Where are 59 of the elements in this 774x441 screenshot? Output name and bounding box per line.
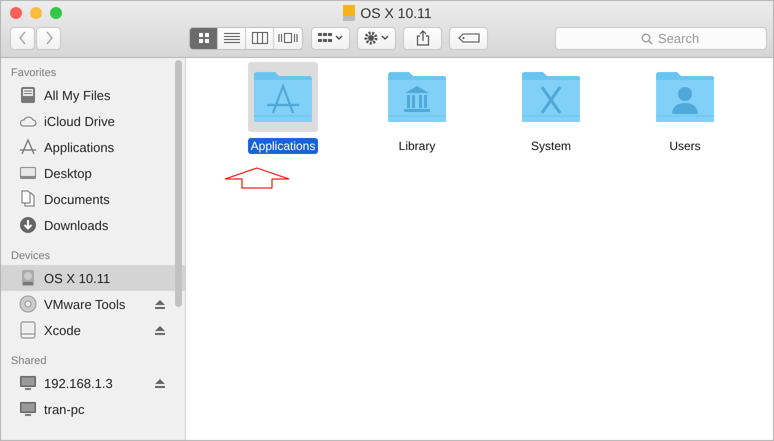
scrollbar[interactable] — [175, 60, 182, 307]
sidebar-item[interactable]: iCloud Drive — [1, 108, 185, 134]
folder-name[interactable]: Applications — [248, 138, 318, 154]
sidebar-item[interactable]: Xcode — [1, 317, 185, 343]
section-heading: Shared — [10, 354, 48, 369]
drive-icon — [342, 4, 356, 22]
window-title: OS X 10.11 — [360, 5, 432, 21]
tag-button[interactable] — [449, 26, 488, 50]
document-icon — [19, 190, 37, 208]
share-button[interactable] — [403, 26, 442, 50]
sidebar-item[interactable]: Documents — [1, 186, 185, 212]
list-view-button[interactable] — [218, 28, 246, 48]
arrange-button[interactable] — [311, 26, 350, 50]
computer-icon — [19, 400, 37, 418]
sidebar-item[interactable]: Downloads — [1, 212, 185, 238]
sidebar-item[interactable]: 192.168.1.3 — [1, 370, 185, 396]
system-folder-icon[interactable] — [521, 71, 581, 123]
monitor-icon — [19, 164, 37, 182]
computer-icon — [19, 374, 37, 392]
sidebar-item[interactable]: Applications — [1, 134, 185, 160]
grid-icon — [198, 32, 210, 44]
sidebar-item[interactable]: VMware Tools — [1, 291, 185, 317]
columns-icon — [252, 32, 268, 44]
settings-button[interactable] — [357, 26, 396, 50]
hard-drive-icon — [19, 269, 37, 287]
columns-view-button[interactable] — [246, 28, 274, 48]
coverflow-view-button[interactable] — [274, 28, 302, 48]
section-heading: Devices — [10, 249, 52, 264]
drive-icon — [19, 321, 37, 339]
library-folder-icon[interactable] — [387, 71, 447, 123]
arrange-icon — [318, 32, 344, 44]
download-icon — [19, 216, 37, 234]
tray-icon — [19, 86, 37, 104]
sidebar-item[interactable]: tran-pc — [1, 396, 185, 422]
sidebar-item[interactable]: Desktop — [1, 160, 185, 186]
users-folder-icon[interactable] — [655, 71, 715, 123]
compass-icon — [19, 138, 37, 156]
disc-icon — [19, 295, 37, 313]
view-switcher[interactable] — [189, 26, 303, 50]
chevron-left-icon — [18, 31, 28, 45]
eject-icon[interactable] — [155, 378, 165, 388]
eject-icon[interactable] — [155, 326, 165, 334]
search-field[interactable]: Search — [555, 26, 767, 50]
settings-icon — [362, 30, 390, 46]
icons-view-button[interactable] — [190, 28, 218, 48]
arrow-annotation — [224, 167, 290, 189]
chevron-right-icon — [44, 31, 54, 45]
folder-name[interactable]: Library — [396, 138, 438, 154]
tag-icon — [458, 33, 480, 43]
cover-flow-icon — [278, 32, 298, 44]
list-icon — [224, 32, 240, 44]
share-icon — [416, 30, 430, 46]
sidebar-item[interactable]: All My Files — [1, 82, 185, 108]
sidebar-item[interactable]: OS X 10.11 — [1, 265, 185, 291]
search-icon — [641, 32, 653, 44]
section-heading: Favorites — [10, 66, 58, 81]
folder-name[interactable]: System — [528, 138, 574, 154]
eject-icon[interactable] — [155, 300, 165, 308]
folder-name[interactable]: Users — [666, 138, 704, 154]
